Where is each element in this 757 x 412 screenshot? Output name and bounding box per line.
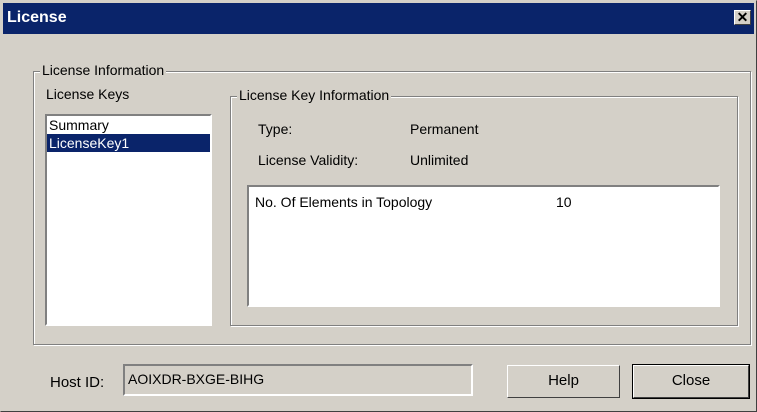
details-row-value: 10 bbox=[556, 194, 572, 210]
type-value: Permanent bbox=[410, 121, 479, 137]
license-key-information-label: License Key Information bbox=[237, 87, 392, 103]
license-validity-label: License Validity: bbox=[258, 152, 359, 168]
license-keys-label: License Keys bbox=[46, 86, 130, 102]
window-title: License bbox=[7, 9, 67, 26]
license-dialog: License ✕ License Information License Ke… bbox=[0, 0, 757, 412]
host-id-label: Host ID: bbox=[50, 374, 105, 391]
list-item-licensekey1[interactable]: LicenseKey1 bbox=[47, 134, 210, 152]
host-id-field: AOIXDR-BXGE-BIHG bbox=[123, 364, 473, 396]
license-keys-list[interactable]: Summary LicenseKey1 bbox=[45, 114, 212, 326]
help-button[interactable]: Help bbox=[507, 365, 620, 398]
list-item-summary[interactable]: Summary bbox=[47, 116, 210, 134]
close-icon[interactable]: ✕ bbox=[734, 10, 751, 25]
details-row-name: No. Of Elements in Topology bbox=[255, 194, 433, 210]
type-label: Type: bbox=[258, 121, 293, 137]
title-bar[interactable]: License ✕ bbox=[3, 3, 754, 34]
close-button[interactable]: Close bbox=[632, 364, 750, 399]
license-validity-value: Unlimited bbox=[410, 152, 469, 168]
license-information-label: License Information bbox=[40, 62, 167, 78]
details-box[interactable]: No. Of Elements in Topology 10 bbox=[247, 185, 720, 307]
